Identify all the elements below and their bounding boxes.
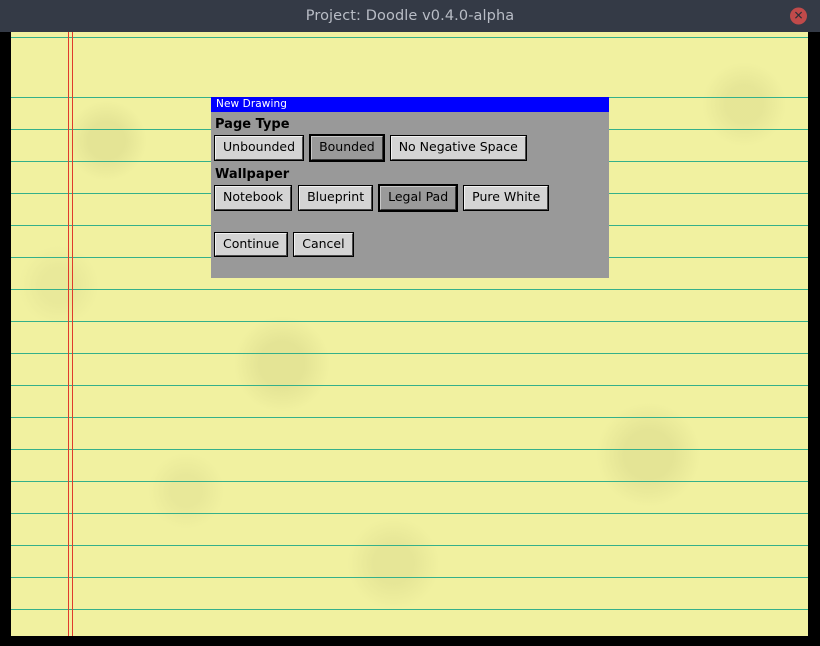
new-drawing-dialog: New Drawing Page Type Unbounded Bounded … [211, 97, 609, 278]
wallpaper-option-pure-white[interactable]: Pure White [463, 185, 550, 211]
wallpaper-option-legal-pad[interactable]: Legal Pad [378, 184, 459, 212]
page-type-option-bounded[interactable]: Bounded [309, 134, 385, 162]
continue-button[interactable]: Continue [213, 231, 289, 257]
close-glyph: ✕ [793, 8, 804, 23]
margin-line-right [72, 32, 73, 636]
page-type-option-no-negative-space[interactable]: No Negative Space [389, 135, 527, 161]
dialog-title: New Drawing [216, 98, 288, 111]
wallpaper-option-notebook[interactable]: Notebook [213, 185, 293, 211]
wallpaper-option-blueprint[interactable]: Blueprint [298, 185, 374, 211]
window-title-bar: Project: Doodle v0.4.0-alpha ✕ [0, 0, 820, 32]
page-type-options: Unbounded Bounded No Negative Space [213, 134, 609, 162]
close-icon[interactable]: ✕ [790, 7, 807, 25]
dialog-title-bar: New Drawing [211, 97, 609, 112]
page-type-heading: Page Type [215, 117, 290, 132]
cancel-button[interactable]: Cancel [293, 231, 354, 257]
page-type-option-unbounded[interactable]: Unbounded [213, 135, 305, 161]
application-window: Project: Doodle v0.4.0-alpha ✕ New Drawi… [0, 0, 820, 646]
dialog-body: Page Type Unbounded Bounded No Negative … [211, 112, 609, 257]
window-title: Project: Doodle v0.4.0-alpha [305, 8, 515, 24]
dialog-actions: Continue Cancel [213, 231, 609, 257]
wallpaper-options: Notebook Blueprint Legal Pad Pure White [213, 184, 609, 212]
margin-line-left [68, 32, 69, 636]
wallpaper-heading: Wallpaper [215, 166, 290, 182]
